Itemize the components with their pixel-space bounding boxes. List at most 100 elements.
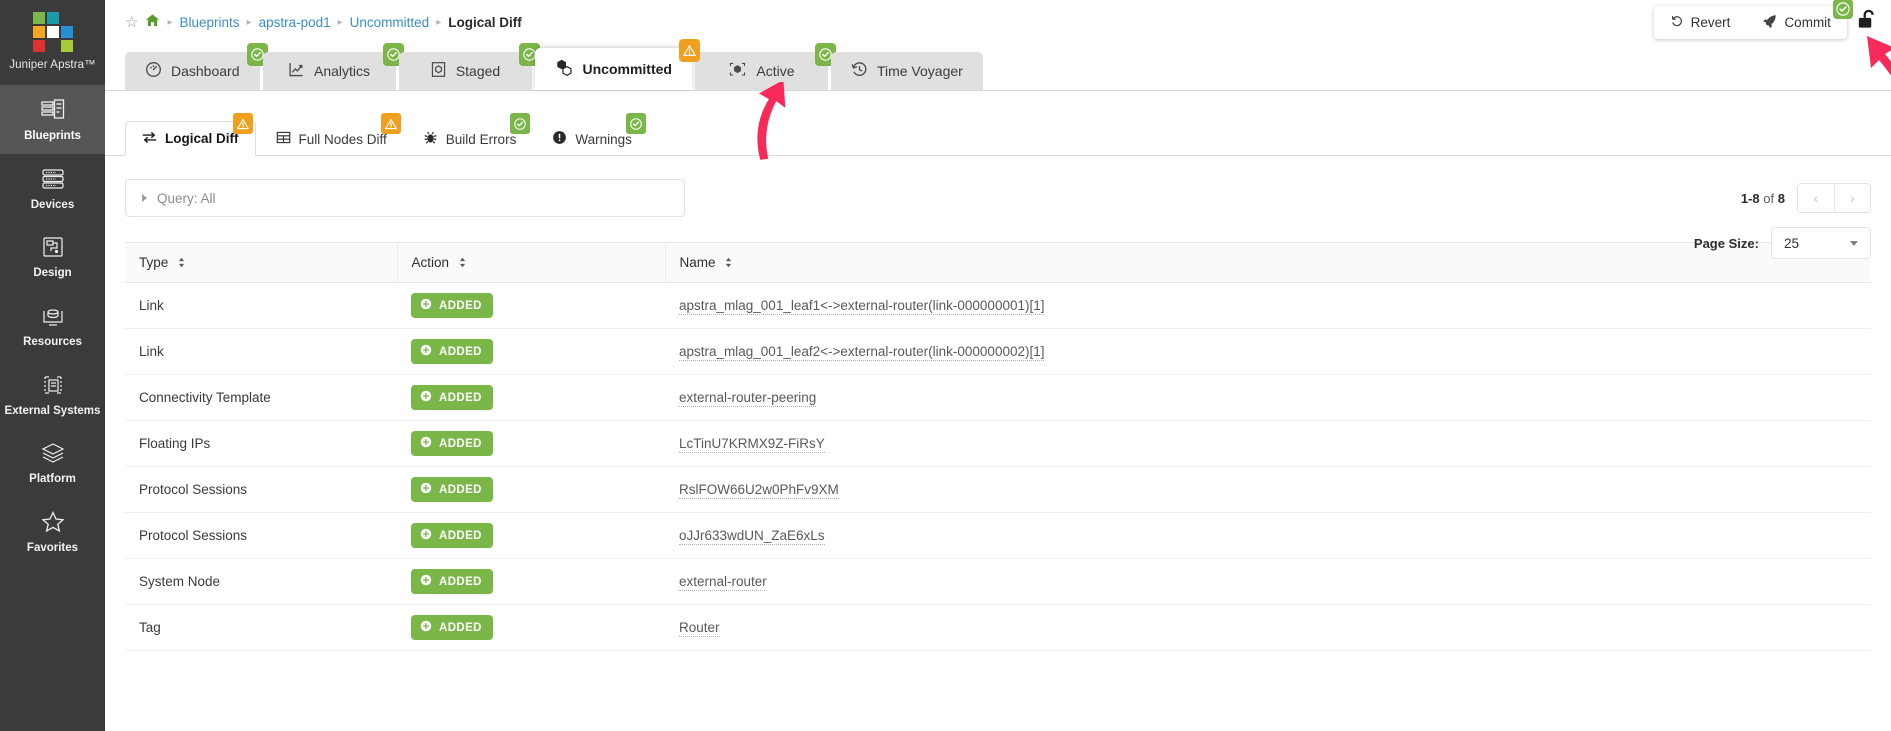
cell-name: RslFOW66U2w0PhFv9XM: [665, 466, 1871, 513]
cell-action: ADDED: [397, 282, 665, 329]
next-page-button[interactable]: ›: [1833, 184, 1870, 212]
sidebar-item-label: Devices: [30, 198, 75, 211]
bug-icon: [423, 130, 438, 148]
column-header-type[interactable]: Type: [125, 242, 398, 283]
cell-type: System Node: [125, 558, 397, 605]
revert-label: Revert: [1690, 15, 1731, 30]
column-header-action[interactable]: Action: [397, 242, 666, 283]
sidebar-item-blueprints[interactable]: Blueprints: [0, 85, 105, 154]
juniper-apstra-logo-icon: [32, 12, 73, 52]
subtab-warnings[interactable]: Warnings: [536, 113, 648, 156]
action-badge-added: ADDED: [411, 431, 493, 456]
name-link[interactable]: apstra_mlag_001_leaf1<->external-router(…: [679, 298, 1045, 315]
column-header-label: Type: [139, 255, 169, 270]
table-row: Tag ADDED Router: [125, 604, 1871, 651]
page-size-value: 25: [1783, 235, 1799, 251]
tab-time-voyager[interactable]: Time Voyager: [830, 52, 983, 90]
tab-dashboard[interactable]: Dashboard: [125, 43, 268, 90]
cell-action: ADDED: [397, 558, 665, 605]
tab-uncommitted[interactable]: Uncommitted: [534, 39, 700, 90]
subtab-status-badge-ok: [510, 113, 531, 134]
lock-toggle[interactable]: [1857, 8, 1879, 37]
cell-action: ADDED: [397, 512, 665, 559]
breadcrumb-separator: ▸: [167, 16, 173, 28]
query-label: Query: All: [157, 190, 216, 206]
action-badge-label: ADDED: [439, 391, 482, 404]
commit-status-badge: [1832, 0, 1853, 19]
blueprint-tabs: Dashboard Analytics Staged Uncommitted A…: [105, 39, 1891, 90]
tab-analytics[interactable]: Analytics: [262, 43, 404, 90]
cell-action: ADDED: [397, 420, 665, 467]
subtab-full-nodes-diff[interactable]: Full Nodes Diff: [260, 113, 403, 156]
subtab-label: Build Errors: [445, 131, 517, 147]
tab-label: Time Voyager: [876, 63, 963, 79]
name-link[interactable]: external-router: [679, 574, 767, 591]
cell-action: ADDED: [397, 466, 665, 513]
subtab-build-errors[interactable]: Build Errors: [407, 113, 533, 156]
query-row: Query: All 1-8 of 8 ‹ › Page Size: 25: [125, 179, 1871, 259]
sidebar-item-design[interactable]: Design: [0, 222, 105, 291]
plus-circle-icon: [420, 482, 432, 497]
cell-name: apstra_mlag_001_leaf1<->external-router(…: [665, 282, 1871, 329]
plus-circle-icon: [420, 574, 432, 589]
rocket-icon: [1762, 14, 1777, 32]
action-badge-added: ADDED: [411, 523, 493, 548]
prev-page-button[interactable]: ‹: [1797, 184, 1834, 212]
pagination: 1-8 of 8 ‹ ›: [1741, 183, 1871, 213]
revert-button[interactable]: Revert: [1654, 6, 1747, 39]
analytics-chart-icon: [288, 61, 305, 81]
tab-active[interactable]: Active: [694, 43, 836, 90]
cell-action: ADDED: [397, 328, 665, 375]
action-badge-label: ADDED: [439, 437, 482, 450]
pagination-of: of: [1759, 190, 1778, 206]
resources-icon: [40, 303, 66, 329]
sidebar-item-favorites[interactable]: Favorites: [0, 497, 105, 566]
table-row: Protocol Sessions ADDED oJJr633wdUN_ZaE6xL…: [125, 512, 1871, 559]
page-size-row: Page Size: 25: [1694, 227, 1871, 259]
favorite-star-icon[interactable]: ☆: [125, 15, 138, 30]
home-icon[interactable]: [145, 13, 160, 31]
plus-circle-icon: [420, 344, 432, 359]
expand-triangle-icon: [142, 194, 147, 202]
exclamation-circle-icon: [552, 130, 567, 148]
name-link[interactable]: oJJr633wdUN_ZaE6xLs: [679, 528, 825, 545]
plus-circle-icon: [420, 620, 432, 635]
commit-button[interactable]: Commit: [1746, 6, 1847, 39]
sidebar-item-devices[interactable]: Devices: [0, 154, 105, 223]
subtab-status-badge-warn: [380, 113, 401, 134]
exchange-arrows-icon: [142, 130, 157, 148]
sidebar-item-platform[interactable]: Platform: [0, 428, 105, 497]
name-link[interactable]: Router: [679, 620, 720, 637]
action-badge-added: ADDED: [411, 293, 493, 318]
sidebar-item-resources[interactable]: Resources: [0, 291, 105, 360]
sort-arrows-icon: [178, 256, 185, 271]
breadcrumb-item-apstra-pod1[interactable]: apstra-pod1: [259, 15, 331, 30]
cell-type: Floating IPs: [125, 420, 397, 467]
column-header-label: Action: [411, 255, 450, 270]
table-row: System Node ADDED external-router: [125, 558, 1871, 605]
cell-name: LcTinU7KRMX9Z-FiRsY: [665, 420, 1871, 467]
plus-circle-icon: [420, 298, 432, 313]
sidebar-item-external-systems[interactable]: External Systems: [0, 360, 105, 429]
action-badge-label: ADDED: [439, 345, 482, 358]
breadcrumb-item-blueprints[interactable]: Blueprints: [179, 15, 239, 30]
name-link[interactable]: LcTinU7KRMX9Z-FiRsY: [679, 436, 825, 453]
name-link[interactable]: external-router-peering: [679, 390, 817, 407]
name-link[interactable]: apstra_mlag_001_leaf2<->external-router(…: [679, 344, 1045, 361]
cell-action: ADDED: [397, 374, 665, 421]
cell-type: Protocol Sessions: [125, 512, 397, 559]
page-size-select[interactable]: 25: [1770, 227, 1871, 259]
breadcrumb-item-uncommitted[interactable]: Uncommitted: [350, 15, 430, 30]
action-badge-added: ADDED: [411, 385, 493, 410]
table-row: Protocol Sessions ADDED RslFOW66U2w0PhFv9X…: [125, 466, 1871, 513]
breadcrumb-separator: ▸: [436, 16, 442, 28]
tab-staged[interactable]: Staged: [398, 43, 540, 90]
table-row: Link ADDED apstra_mlag_001_leaf1<->externa…: [125, 282, 1871, 329]
cell-name: external-router-peering: [665, 374, 1871, 421]
cell-name: external-router: [665, 558, 1871, 605]
query-filter[interactable]: Query: All: [125, 179, 685, 217]
column-header-name[interactable]: Name: [665, 242, 1871, 283]
name-link[interactable]: RslFOW66U2w0PhFv9XM: [679, 482, 839, 499]
subtab-logical-diff[interactable]: Logical Diff: [125, 113, 256, 156]
brand-label: Juniper Apstra™: [9, 59, 96, 71]
